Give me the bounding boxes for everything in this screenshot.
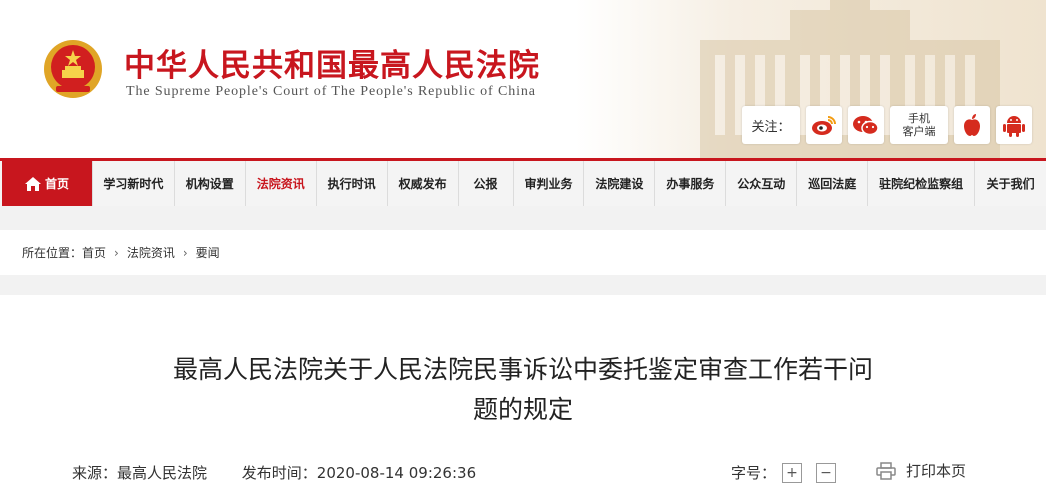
nav-item-organization[interactable]: 机构设置 — [175, 161, 246, 206]
mobile-client-label-1: 手机 — [908, 112, 930, 125]
breadcrumb-home[interactable]: 首页 — [82, 244, 106, 261]
national-emblem-icon — [44, 40, 102, 98]
article-meta: 来源：最高人民法院 发布时间：2020-08-14 09:26:36 — [72, 462, 476, 483]
nav-item-gazette[interactable]: 公报 — [459, 161, 514, 206]
article-title: 最高人民法院关于人民法院民事诉讼中委托鉴定审查工作若干问 题的规定 — [120, 350, 926, 430]
nav-item-circuit-courts[interactable]: 巡回法庭 — [797, 161, 869, 206]
breadcrumb-headlines[interactable]: 要闻 — [196, 244, 220, 261]
nav-item-enforcement[interactable]: 执行时讯 — [317, 161, 388, 206]
nav-item-label: 首页 — [44, 177, 69, 191]
breadcrumb-prefix: 所在位置： — [22, 246, 83, 260]
nav-item-home[interactable]: 首页 — [2, 161, 93, 206]
article-panel: 最高人民法院关于人民法院民事诉讼中委托鉴定审查工作若干问 题的规定 来源：最高人… — [0, 295, 1046, 491]
font-size-control: 字号： + − — [731, 462, 837, 483]
mobile-client-label-2: 客户端 — [902, 125, 936, 138]
mobile-client-button[interactable]: 手机 客户端 — [890, 106, 948, 144]
print-label: 打印本页 — [906, 462, 967, 480]
breadcrumb-court-news[interactable]: 法院资讯 — [127, 244, 175, 261]
article-title-line-2: 题的规定 — [472, 395, 573, 424]
follow-label: 关注： — [742, 106, 800, 144]
nav-item-study[interactable]: 学习新时代 — [93, 161, 175, 206]
weibo-button[interactable] — [806, 106, 842, 144]
nav-item-court-news[interactable]: 法院资讯 — [246, 161, 317, 206]
site-header: 中华人民共和国最高人民法院 The Supreme People's Court… — [0, 0, 1046, 158]
home-icon — [24, 176, 41, 191]
article-publish-time: 发布时间：2020-08-14 09:26:36 — [241, 464, 477, 482]
wechat-button[interactable] — [848, 106, 884, 144]
site-subtitle: The Supreme People's Court of The People… — [126, 84, 536, 99]
ios-app-button[interactable] — [954, 106, 990, 144]
weibo-icon — [812, 116, 836, 135]
nav-item-services[interactable]: 办事服务 — [655, 161, 727, 206]
nav-item-trial[interactable]: 审判业务 — [514, 161, 585, 206]
nav-item-court-building[interactable]: 法院建设 — [584, 161, 656, 206]
nav-item-about[interactable]: 关于我们 — [975, 161, 1046, 206]
chevron-right-icon: › — [182, 245, 188, 260]
font-increase-button[interactable]: + — [782, 462, 803, 483]
article-source: 来源：最高人民法院 — [72, 464, 208, 482]
android-app-button[interactable] — [996, 106, 1032, 144]
print-button[interactable]: 打印本页 — [876, 460, 966, 481]
nav-item-discipline[interactable]: 驻院纪检监察组 — [868, 161, 976, 206]
site-title[interactable]: 中华人民共和国最高人民法院 — [124, 40, 540, 85]
nav-item-interaction[interactable]: 公众互动 — [726, 161, 798, 206]
font-decrease-button[interactable]: − — [816, 462, 837, 483]
main-nav: 首页 学习新时代 机构设置 法院资讯 执行时讯 权威发布 公报 审判业务 法院建… — [0, 158, 1046, 206]
nav-item-releases[interactable]: 权威发布 — [388, 161, 459, 206]
breadcrumb: 所在位置： 首页 › 法院资讯 › 要闻 — [0, 230, 1046, 275]
article-title-line-1: 最高人民法院关于人民法院民事诉讼中委托鉴定审查工作若干问 — [172, 355, 873, 384]
font-size-label: 字号： — [731, 464, 777, 482]
printer-icon — [876, 461, 896, 480]
wechat-icon — [853, 116, 879, 136]
android-icon — [1003, 116, 1025, 137]
follow-bar: 关注： 手机 客户端 — [742, 106, 1032, 144]
chevron-right-icon: › — [114, 245, 119, 260]
apple-icon — [964, 114, 980, 136]
